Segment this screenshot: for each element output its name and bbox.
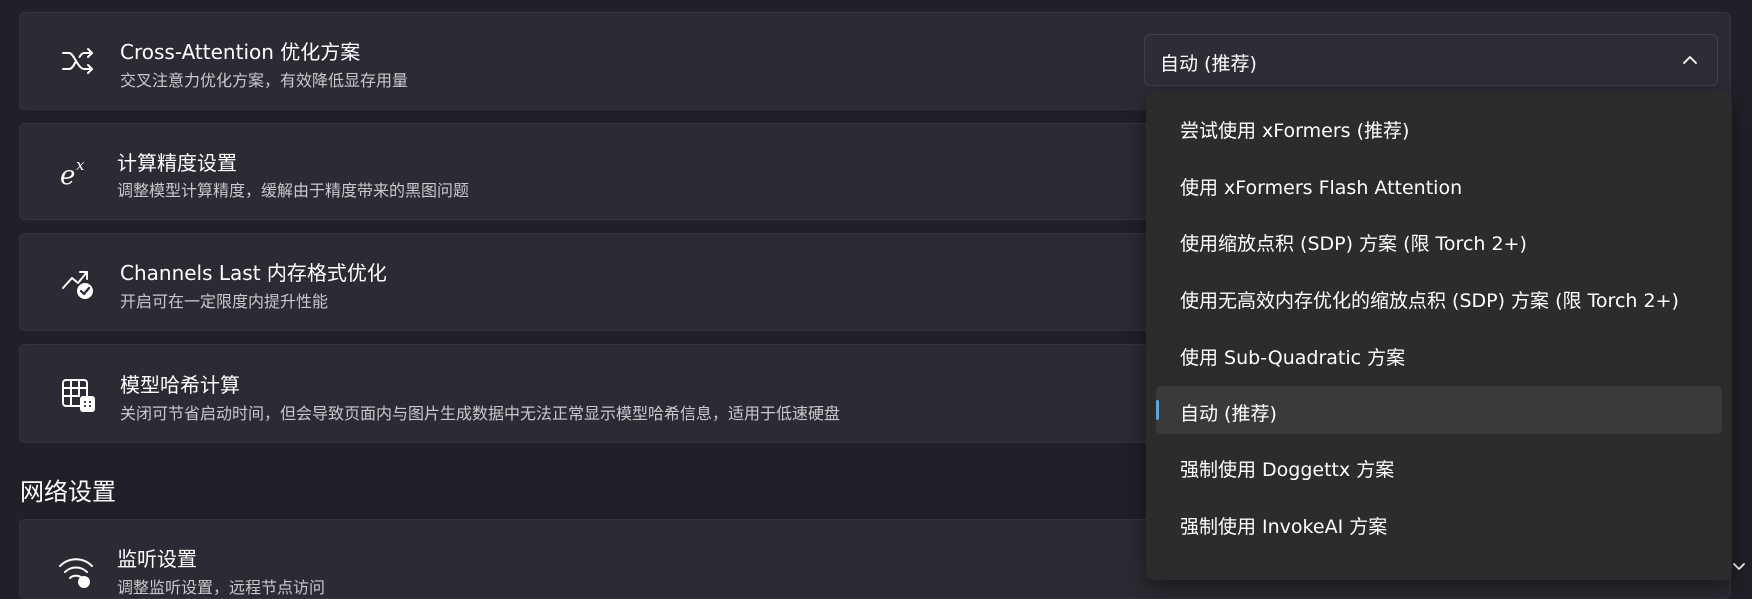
setting-description: 调整模型计算精度，缓解由于精度带来的黑图问题 <box>117 181 470 200</box>
setting-title: 模型哈希计算 <box>120 373 240 397</box>
trend-up-check-icon <box>58 262 98 302</box>
dropdown-option-label: 自动 (推荐) <box>1180 403 1277 425</box>
cross-attention-dropdown-list: 尝试使用 xFormers (推荐) 使用 xFormers Flash Att… <box>1146 92 1732 580</box>
setting-description: 交叉注意力优化方案，有效降低显存用量 <box>120 71 409 90</box>
setting-description: 开启可在一定限度内提升性能 <box>120 292 329 311</box>
dropdown-option-label: 尝试使用 xFormers (推荐) <box>1180 120 1410 142</box>
combobox-value: 自动 (推荐) <box>1160 53 1257 75</box>
selection-indicator <box>1156 400 1159 420</box>
wifi-gear-icon <box>56 550 96 590</box>
dropdown-option[interactable]: 使用无高效内存优化的缩放点积 (SDP) 方案 (限 Torch 2+) <box>1156 273 1722 321</box>
setting-description: 调整监听设置，远程节点访问 <box>117 578 326 597</box>
cross-attention-combobox[interactable]: 自动 (推荐) <box>1144 34 1718 86</box>
dropdown-option-label: 使用 xFormers Flash Attention <box>1180 177 1463 199</box>
dropdown-option[interactable]: 使用缩放点积 (SDP) 方案 (限 Torch 2+) <box>1156 216 1722 264</box>
dropdown-option-selected[interactable]: 自动 (推荐) <box>1156 386 1722 434</box>
chevron-down-icon[interactable] <box>1730 557 1748 575</box>
exponent-icon: e x <box>56 152 96 192</box>
table-calculator-icon <box>58 375 98 415</box>
dropdown-option-label: 使用缩放点积 (SDP) 方案 (限 Torch 2+) <box>1180 233 1527 255</box>
dropdown-option[interactable]: 尝试使用 xFormers (推荐) <box>1156 103 1722 151</box>
setting-description: 关闭可节省启动时间，但会导致页面内与图片生成数据中无法正常显示模型哈希信息，适用… <box>120 404 841 423</box>
section-title-network: 网络设置 <box>20 478 116 506</box>
dropdown-option-label: 强制使用 Doggettx 方案 <box>1180 459 1395 481</box>
dropdown-option-label: 强制使用 InvokeAI 方案 <box>1180 516 1388 538</box>
setting-title: Channels Last 内存格式优化 <box>120 261 387 285</box>
dropdown-option[interactable]: 使用 Sub-Quadratic 方案 <box>1156 330 1722 378</box>
dropdown-option[interactable]: 强制使用 Doggettx 方案 <box>1156 442 1722 490</box>
chevron-up-icon <box>1679 49 1701 71</box>
dropdown-option[interactable]: 强制使用 InvokeAI 方案 <box>1156 499 1722 547</box>
svg-text:x: x <box>76 156 85 174</box>
dropdown-option[interactable]: 使用 xFormers Flash Attention <box>1156 160 1722 208</box>
svg-text:e: e <box>60 161 75 190</box>
dropdown-option-label: 使用无高效内存优化的缩放点积 (SDP) 方案 (限 Torch 2+) <box>1180 290 1679 312</box>
setting-title: 计算精度设置 <box>117 151 237 175</box>
dropdown-option-label: 使用 Sub-Quadratic 方案 <box>1180 347 1406 369</box>
shuffle-icon <box>58 41 98 81</box>
setting-title: Cross-Attention 优化方案 <box>120 40 361 64</box>
setting-title: 监听设置 <box>117 547 197 571</box>
